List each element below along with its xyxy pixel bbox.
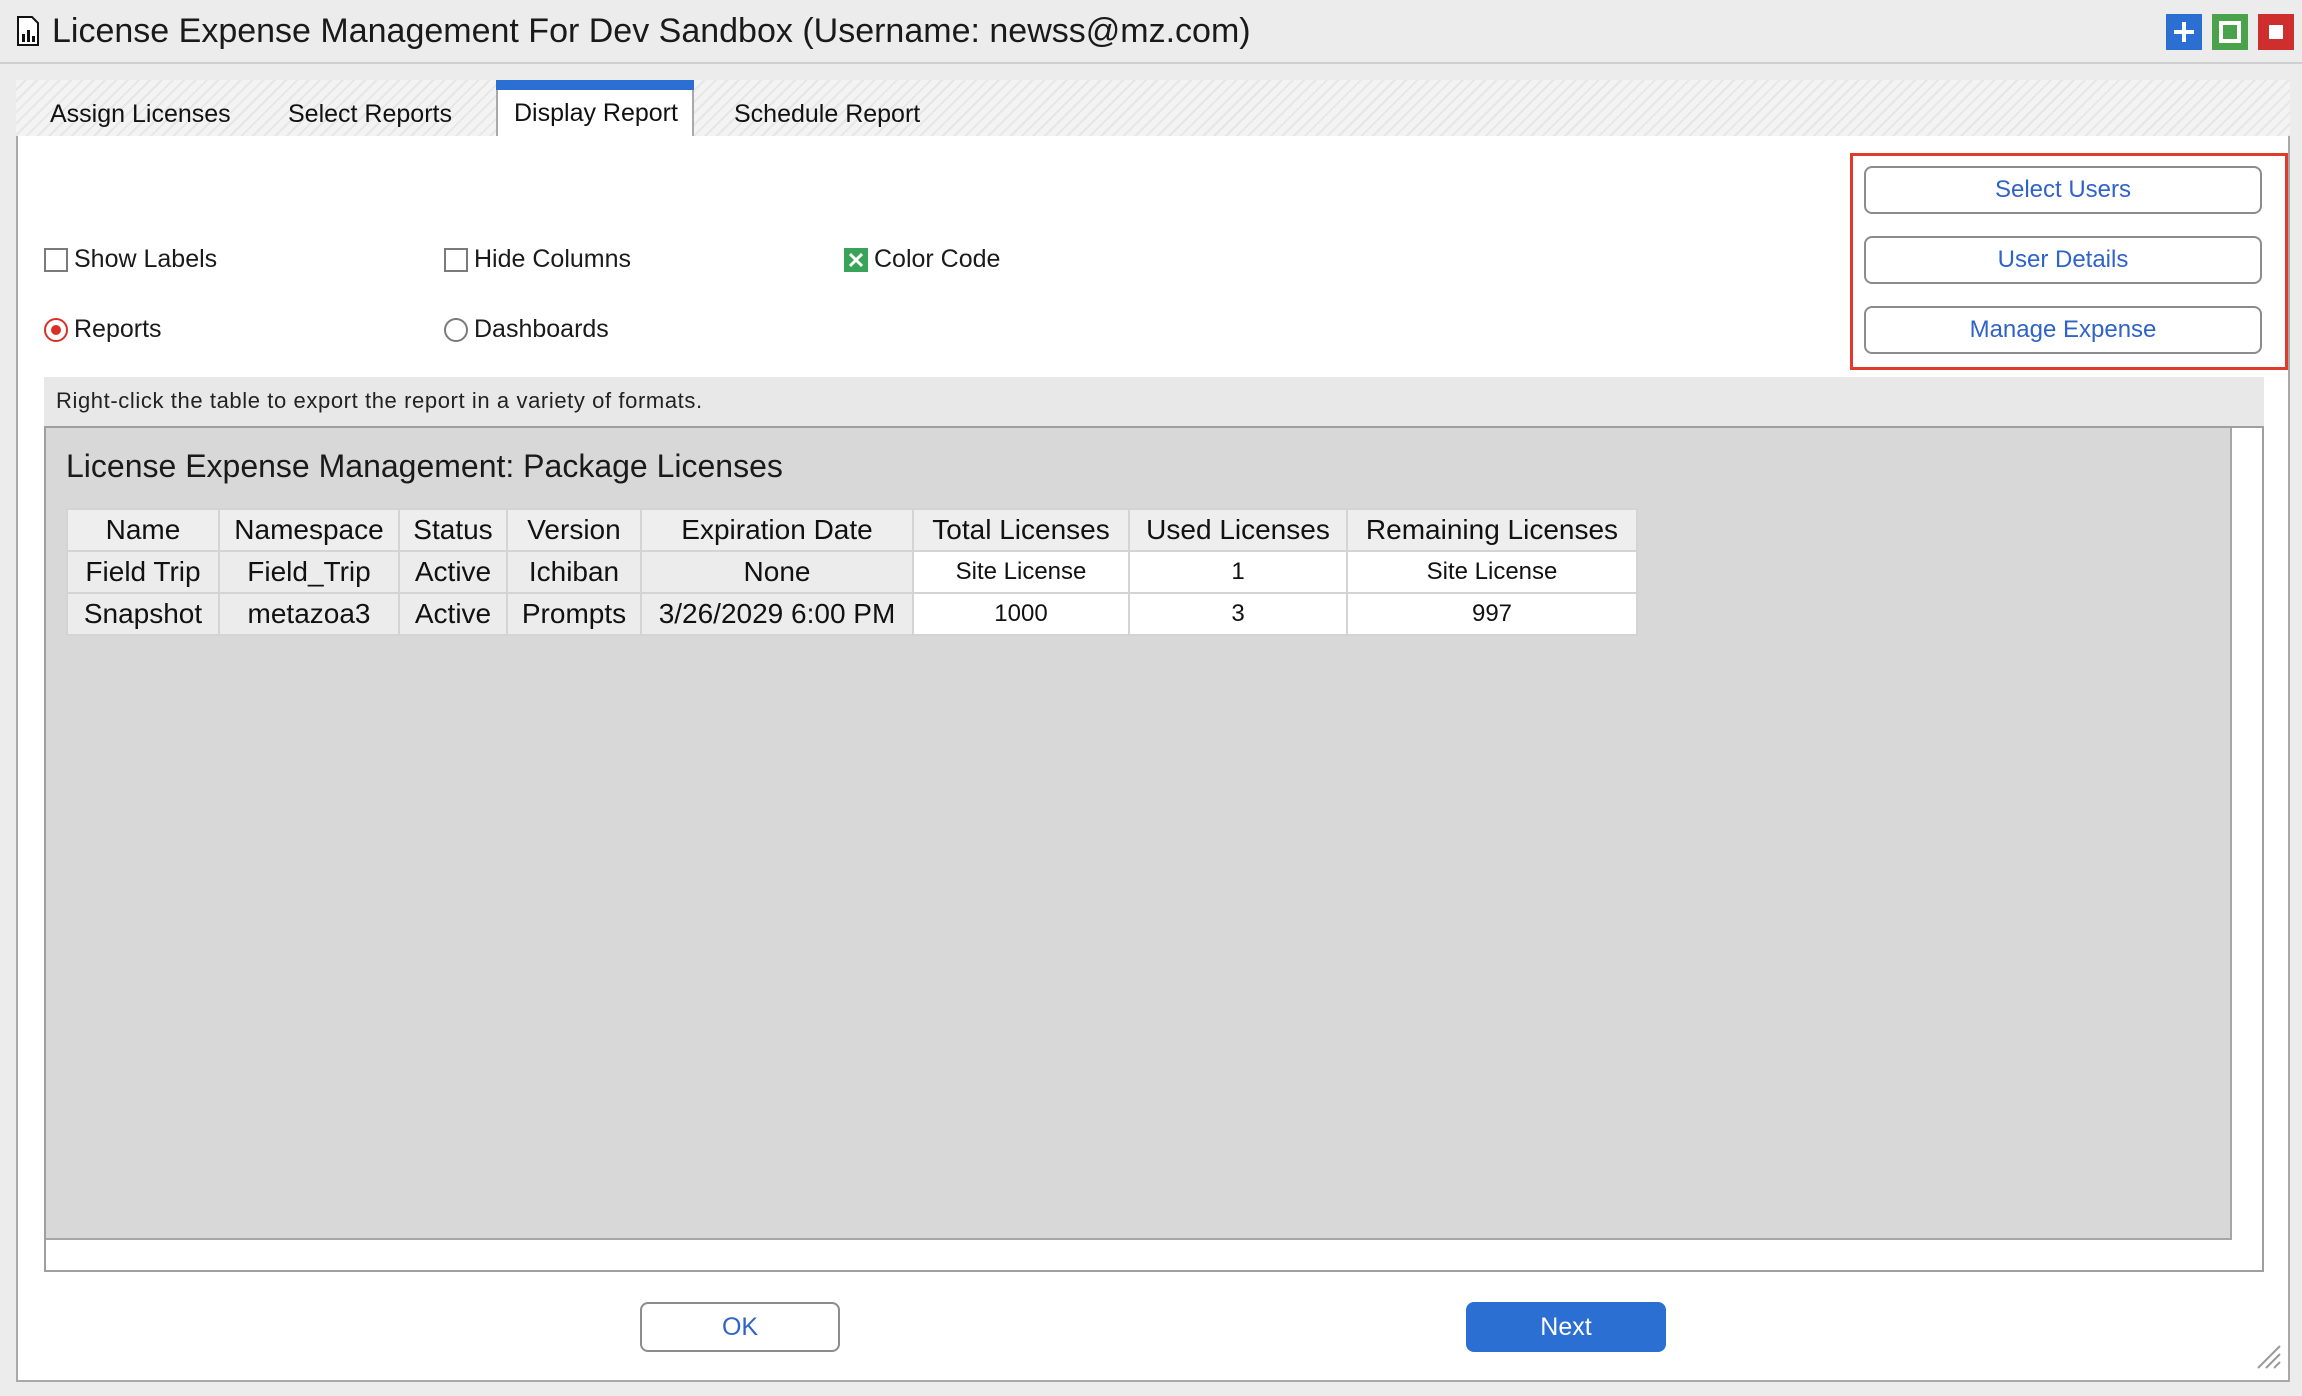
table-cell: Site License — [1346, 550, 1638, 594]
resize-grip-icon[interactable] — [2254, 1342, 2282, 1370]
table-row[interactable]: Snapshot metazoa3 Active Prompts 3/26/20… — [66, 592, 1638, 636]
column-header[interactable]: Total Licenses — [912, 508, 1130, 552]
ok-button[interactable]: OK — [640, 1302, 840, 1352]
window-title: License Expense Management For Dev Sandb… — [52, 12, 1251, 50]
checkbox-unchecked-icon — [44, 247, 68, 272]
table-cell: Active — [398, 592, 508, 636]
table-cell: 1 — [1128, 550, 1348, 594]
column-header[interactable]: Version — [506, 508, 642, 552]
tab-display-report[interactable]: Display Report — [496, 80, 694, 138]
column-header[interactable]: Name — [66, 508, 220, 552]
close-icon[interactable] — [2258, 14, 2294, 50]
radio-unselected-icon — [444, 317, 468, 342]
column-header[interactable]: Status — [398, 508, 508, 552]
table-header-row: Name Namespace Status Version Expiration… — [66, 508, 1638, 552]
table-cell: Field Trip — [66, 550, 220, 594]
tab-schedule-report[interactable]: Schedule Report — [718, 92, 936, 136]
table-cell: Ichiban — [506, 550, 642, 594]
table-cell: Site License — [912, 550, 1130, 594]
show-labels-label: Show Labels — [74, 245, 218, 273]
checkbox-unchecked-icon — [444, 247, 468, 272]
table-cell: 997 — [1346, 592, 1638, 636]
report-table[interactable]: Name Namespace Status Version Expiration… — [66, 508, 1638, 636]
maximize-icon[interactable] — [2212, 14, 2248, 50]
next-button[interactable]: Next — [1466, 1302, 1666, 1352]
column-header[interactable]: Used Licenses — [1128, 508, 1348, 552]
reports-radio[interactable]: Reports — [44, 315, 162, 344]
report-title: License Expense Management: Package Lice… — [66, 448, 783, 484]
table-cell: None — [640, 550, 914, 594]
table-cell: 1000 — [912, 592, 1130, 636]
column-header[interactable]: Expiration Date — [640, 508, 914, 552]
table-cell: Snapshot — [66, 592, 220, 636]
column-header[interactable]: Namespace — [218, 508, 400, 552]
dashboards-radio[interactable]: Dashboards — [444, 315, 609, 344]
hide-columns-checkbox[interactable]: Hide Columns — [444, 245, 631, 274]
select-users-button[interactable]: Select Users — [1864, 166, 2262, 214]
add-icon[interactable] — [2166, 14, 2202, 50]
table-row[interactable]: Field Trip Field_Trip Active Ichiban Non… — [66, 550, 1638, 594]
reports-label: Reports — [74, 315, 162, 343]
report-document-icon — [16, 16, 40, 46]
color-code-checkbox[interactable]: Color Code — [844, 245, 1000, 274]
table-cell: Field_Trip — [218, 550, 400, 594]
table-cell: Active — [398, 550, 508, 594]
table-cell: Prompts — [506, 592, 642, 636]
checkbox-checked-icon — [844, 247, 868, 272]
radio-selected-icon — [44, 317, 68, 342]
hide-columns-label: Hide Columns — [474, 245, 632, 273]
export-hint: Right-click the table to export the repo… — [44, 377, 2264, 427]
user-details-button[interactable]: User Details — [1864, 236, 2262, 284]
show-labels-checkbox[interactable]: Show Labels — [44, 245, 217, 274]
tab-select-reports[interactable]: Select Reports — [272, 92, 468, 136]
tab-assign-licenses[interactable]: Assign Licenses — [34, 92, 247, 136]
column-header[interactable]: Remaining Licenses — [1346, 508, 1638, 552]
table-cell: 3/26/2029 6:00 PM — [640, 592, 914, 636]
color-code-label: Color Code — [874, 245, 1001, 273]
table-cell: 3 — [1128, 592, 1348, 636]
table-cell: metazoa3 — [218, 592, 400, 636]
dashboards-label: Dashboards — [474, 315, 609, 343]
manage-expense-button[interactable]: Manage Expense — [1864, 306, 2262, 354]
